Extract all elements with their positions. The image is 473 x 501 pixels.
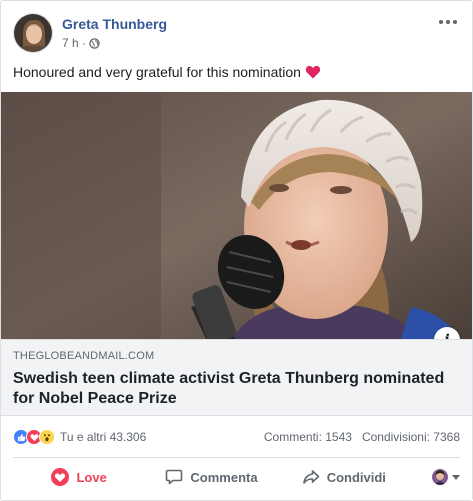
post-meta: 7 h · [62, 36, 100, 50]
red-heart-icon [305, 64, 321, 80]
facebook-post: Greta Thunberg 7 h · Honoured and very g… [0, 0, 473, 501]
viewer-avatar [431, 469, 448, 485]
comment-button[interactable]: Commenta [145, 461, 277, 493]
link-title[interactable]: Swedish teen climate activist Greta Thun… [13, 369, 460, 409]
globe-icon [89, 37, 100, 49]
link-preview-image[interactable] [1, 92, 472, 339]
author-name[interactable]: Greta Thunberg [62, 16, 167, 32]
share-button-label: Condividi [326, 469, 386, 485]
action-divider [13, 457, 460, 458]
link-preview-info[interactable]: THEGLOBEANDMAIL.COM Swedish teen climate… [1, 339, 472, 416]
love-button-label: Love [76, 469, 107, 485]
reaction-identity-selector[interactable] [410, 469, 460, 485]
share-button[interactable]: Condividi [278, 461, 410, 493]
wow-icon [39, 429, 55, 445]
engagement-counts: Commenti: 1543 Condivisioni: 7368 [264, 430, 460, 444]
shares-count[interactable]: Condivisioni: 7368 [362, 430, 460, 444]
post-message-text: Honoured and very grateful for this nomi… [13, 64, 301, 80]
link-domain: THEGLOBEANDMAIL.COM [13, 350, 155, 362]
author-avatar[interactable] [13, 13, 53, 53]
reaction-icons[interactable] [13, 429, 55, 445]
comment-icon [165, 468, 183, 486]
share-icon [302, 468, 320, 486]
chevron-down-icon [451, 474, 460, 480]
reaction-summary: Tu e altri 43.306 Commenti: 1543 Condivi… [13, 425, 460, 449]
love-button[interactable]: Love [13, 461, 145, 493]
more-options-icon[interactable] [436, 13, 460, 31]
reaction-count[interactable]: Tu e altri 43.306 [60, 430, 146, 444]
post-header: Greta Thunberg 7 h · [13, 13, 460, 55]
comments-count[interactable]: Commenti: 1543 [264, 430, 352, 444]
post-message: Honoured and very grateful for this nomi… [13, 63, 460, 81]
post-actions: Love Commenta Condividi [13, 461, 460, 493]
post-timestamp[interactable]: 7 h · [62, 36, 86, 50]
link-preview[interactable]: i THEGLOBEANDMAIL.COM Swedish teen clima… [1, 92, 472, 416]
comment-button-label: Commenta [190, 469, 258, 485]
love-icon [51, 468, 70, 486]
